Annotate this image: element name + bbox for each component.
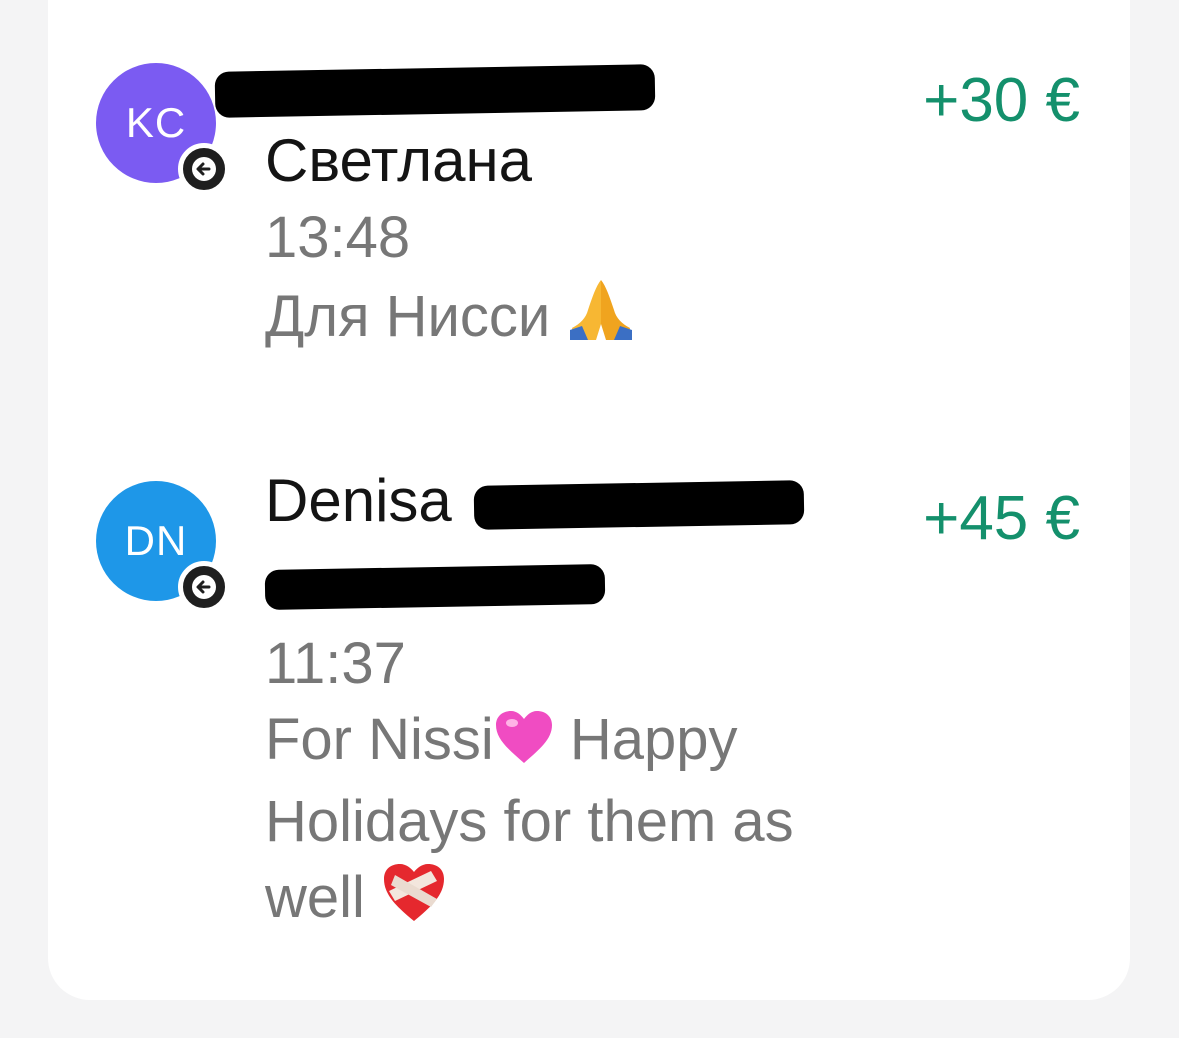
incoming-arrow-icon: [178, 561, 230, 613]
transaction-time: 13:48: [265, 205, 411, 270]
mending-heart-icon: [381, 861, 447, 942]
sender-name: [214, 44, 845, 122]
avatar: DN: [96, 481, 230, 613]
transaction-comment: For Nissi Happy Holidays for them as wel…: [265, 702, 825, 942]
transaction-details: Светлана 13:48 Для Нисси: [214, 44, 845, 361]
transactions-card: KC Светлана 13:48 Для Нисси +30 € DN Den…: [48, 0, 1130, 1000]
pink-heart-icon: [494, 708, 554, 784]
incoming-arrow-icon: [178, 143, 230, 195]
avatar-initials: DN: [124, 517, 188, 564]
sender-first-name: Denisa: [265, 467, 452, 534]
transaction-time: 11:37: [265, 631, 406, 696]
transaction-details: Denisa 11:37 For Nissi Happy Holidays fo…: [264, 462, 845, 942]
avatar: KC: [96, 63, 230, 195]
redacted-name: [474, 480, 805, 531]
sender-name: Denisa: [265, 462, 845, 540]
comment-text: Для Нисси: [265, 284, 551, 349]
folded-hands-icon: [566, 276, 636, 361]
redacted-name: [264, 564, 606, 611]
comment-text-part1: For Nissi: [265, 707, 494, 772]
sender-name-line2: [264, 540, 845, 622]
sender-name-line2: Светлана: [265, 127, 532, 194]
redacted-name: [214, 64, 656, 118]
transaction-amount: +45 €: [923, 484, 1080, 553]
transaction-amount: +30 €: [923, 66, 1080, 135]
avatar-initials: KC: [125, 99, 187, 146]
transaction-comment: Для Нисси: [265, 276, 845, 361]
